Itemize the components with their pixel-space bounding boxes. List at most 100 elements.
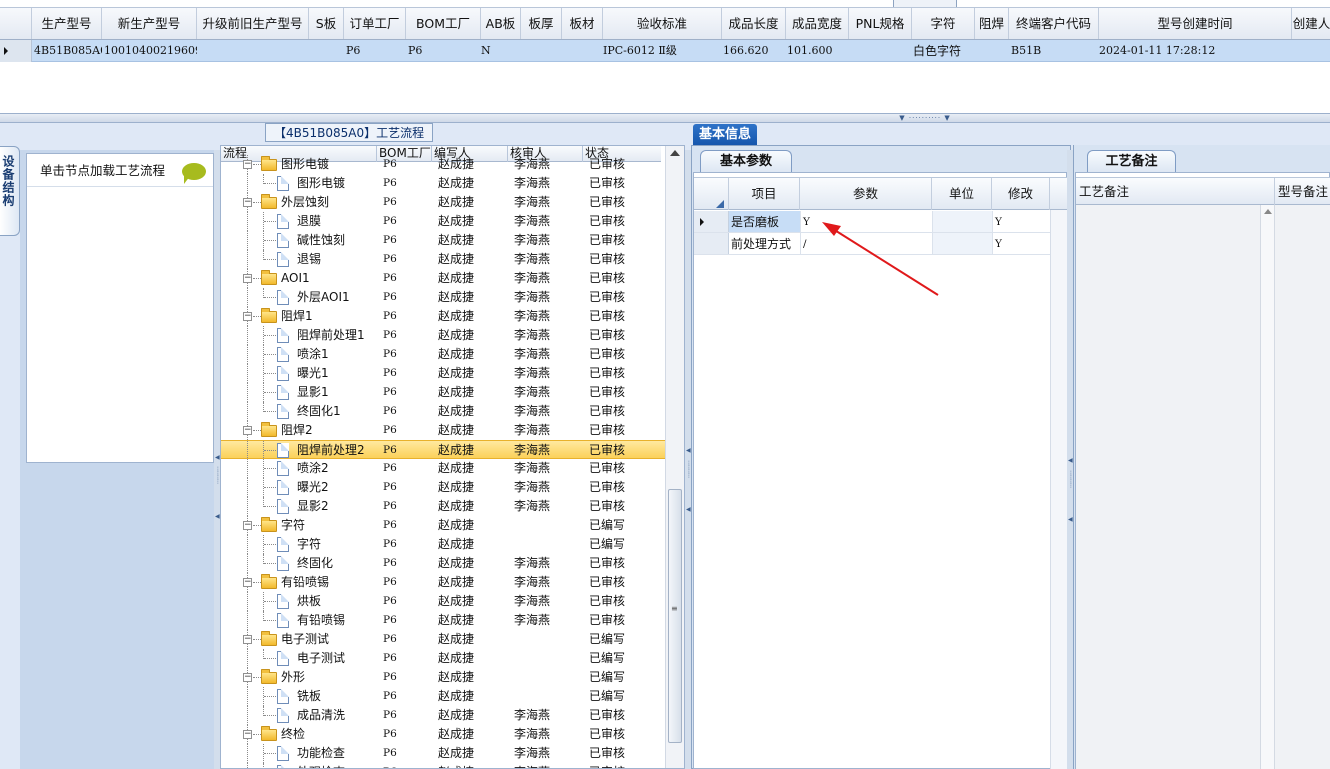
cell-material[interactable] — [564, 40, 603, 62]
col-process-remark[interactable]: 工艺备注 — [1076, 178, 1275, 205]
remark-body[interactable] — [1076, 205, 1330, 769]
col-header-15[interactable]: 终端客户代码 — [1009, 8, 1099, 39]
tree-row[interactable]: − 终检 P6 赵成捷 李海燕 已审核 — [221, 725, 665, 744]
tree-row[interactable]: 退膜 P6 赵成捷 李海燕 已审核 — [221, 212, 665, 231]
cell-bom-factory[interactable]: P6 — [408, 40, 481, 62]
cell-length[interactable]: 166.620 — [723, 40, 785, 62]
cell-customer-code[interactable]: B51B — [1011, 40, 1099, 62]
col-header-17[interactable]: 创建人 — [1292, 8, 1330, 39]
cell-width[interactable]: 101.600 — [787, 40, 848, 62]
col-header-11[interactable]: 成品宽度 — [786, 8, 849, 39]
tab-process-remark[interactable]: 工艺备注 — [1087, 150, 1176, 172]
param-cell-param[interactable]: / — [800, 233, 932, 254]
col-header-10[interactable]: 成品长度 — [722, 8, 786, 39]
cell-pnl[interactable] — [851, 40, 912, 62]
tree-row[interactable]: 显影1 P6 赵成捷 李海燕 已审核 — [221, 383, 665, 402]
col-item[interactable]: 项目 — [729, 178, 800, 210]
tree-row[interactable]: 成品清洗 P6 赵成捷 李海燕 已审核 — [221, 706, 665, 725]
tree-row[interactable]: 曝光1 P6 赵成捷 李海燕 已审核 — [221, 364, 665, 383]
tab-basic-info[interactable]: 基本信息 — [693, 124, 758, 145]
tree-row[interactable]: 电子测试 P6 赵成捷 已编写 — [221, 649, 665, 668]
cell-solder[interactable] — [977, 40, 1009, 62]
tab-basic-params[interactable]: 基本参数 — [700, 150, 792, 172]
collapse-icon[interactable]: − — [243, 274, 252, 283]
cell-old-model[interactable] — [199, 40, 309, 62]
tree-row[interactable]: − 外形 P6 赵成捷 已编写 — [221, 668, 665, 687]
process-flow-tree[interactable]: 流程 BOM工厂 编写人 核审人 状态 − 图形电镀 P6 赵成捷 李海燕 已审核 图形电镀… — [220, 145, 685, 769]
collapse-icon[interactable]: − — [243, 312, 252, 321]
col-header-4[interactable]: 订单工厂 — [344, 8, 406, 39]
splitter-arrow-icon[interactable]: ◀ — [1068, 517, 1073, 523]
col-header-16[interactable]: 型号创建时间 — [1099, 8, 1292, 39]
tree-row[interactable]: 图形电镀 P6 赵成捷 李海燕 已审核 — [221, 174, 665, 193]
param-row[interactable]: 是否磨板 Y Y — [694, 211, 1068, 233]
tree-row[interactable]: 终固化1 P6 赵成捷 李海燕 已审核 — [221, 402, 665, 421]
splitter-grip-icon[interactable]: ⋮ ⋮ ⋮ ⋮ — [686, 461, 692, 479]
splitter-arrow-icon[interactable]: ◀ — [686, 507, 691, 513]
scroll-up-icon[interactable] — [670, 150, 680, 156]
collapse-icon[interactable]: − — [243, 578, 252, 587]
remark-scrollbar[interactable] — [1260, 205, 1275, 769]
tree-row[interactable]: 曝光2 P6 赵成捷 李海燕 已审核 — [221, 478, 665, 497]
param-cell-item[interactable]: 是否磨板 — [729, 211, 800, 232]
col-header-12[interactable]: PNL规格 — [849, 8, 912, 39]
collapse-icon[interactable]: − — [243, 426, 252, 435]
splitter-arrow-icon[interactable]: ◀ — [1068, 458, 1073, 464]
tree-row[interactable]: 烘板 P6 赵成捷 李海燕 已审核 — [221, 592, 665, 611]
tree-row[interactable]: 铣板 P6 赵成捷 已编写 — [221, 687, 665, 706]
param-row[interactable]: 前处理方式 / Y — [694, 233, 1068, 255]
collapse-icon[interactable]: − — [243, 673, 252, 682]
scroll-thumb[interactable]: ≡ — [668, 489, 682, 743]
param-cell-param[interactable]: Y — [800, 211, 932, 232]
collapse-icon[interactable]: − — [243, 635, 252, 644]
tab-equipment-structure[interactable]: 设备结构 — [0, 146, 20, 236]
tree-row[interactable]: 外观检查 P6 赵成捷 李海燕 已审核 — [221, 763, 665, 768]
tree-scrollbar[interactable]: ≡ — [665, 146, 684, 768]
model-grid-row[interactable]: 4B51B085A0 10010400219609 P6 P6 N IPC-6012 Ⅱ级… — [0, 40, 1330, 62]
col-header-0[interactable]: 生产型号 — [32, 8, 102, 39]
tree-row[interactable]: 有铅喷锡 P6 赵成捷 李海燕 已审核 — [221, 611, 665, 630]
cell-thickness[interactable] — [523, 40, 562, 62]
tree-row[interactable]: 碱性蚀刻 P6 赵成捷 李海燕 已审核 — [221, 231, 665, 250]
col-header-7[interactable]: 板厚 — [521, 8, 562, 39]
col-header-5[interactable]: BOM工厂 — [406, 8, 481, 39]
tree-row[interactable]: − AOI1 P6 赵成捷 李海燕 已审核 — [221, 269, 665, 288]
tree-row[interactable]: 喷涂2 P6 赵成捷 李海燕 已审核 — [221, 459, 665, 478]
cell-char[interactable]: 白色字符 — [913, 40, 974, 62]
col-header-1[interactable]: 新生产型号 — [102, 8, 197, 39]
collapse-icon[interactable]: − — [243, 521, 252, 530]
tree-row[interactable]: − 外层蚀刻 P6 赵成捷 李海燕 已审核 — [221, 193, 665, 212]
col-unit[interactable]: 单位 — [932, 178, 992, 210]
tree-row[interactable]: 显影2 P6 赵成捷 李海燕 已审核 — [221, 497, 665, 516]
param-cell-unit[interactable] — [932, 211, 992, 232]
tree-row[interactable]: 阻焊前处理2 P6 赵成捷 李海燕 已审核 — [221, 440, 665, 460]
splitter-arrow-icon[interactable]: ◀ — [215, 455, 220, 461]
param-cell-unit[interactable] — [932, 233, 992, 254]
tree-row[interactable]: 喷涂1 P6 赵成捷 李海燕 已审核 — [221, 345, 665, 364]
param-cell-mod[interactable]: Y — [992, 233, 1050, 254]
tree-row[interactable]: 字符 P6 赵成捷 已编写 — [221, 535, 665, 554]
splitter-arrow-icon[interactable]: ◀ — [215, 514, 220, 520]
tree-row[interactable]: 外层AOI1 P6 赵成捷 李海燕 已审核 — [221, 288, 665, 307]
col-header-9[interactable]: 验收标准 — [603, 8, 722, 39]
cell-created-at[interactable]: 2024-01-11 17:28:12 — [1099, 40, 1290, 62]
col-header-13[interactable]: 字符 — [912, 8, 975, 39]
cell-ab-board[interactable]: N — [481, 40, 519, 62]
tree-row[interactable]: − 阻焊1 P6 赵成捷 李海燕 已审核 — [221, 307, 665, 326]
col-header-8[interactable]: 板材 — [562, 8, 603, 39]
col-header-2[interactable]: 升级前旧生产型号 — [197, 8, 309, 39]
cell-order-factory[interactable]: P6 — [346, 40, 406, 62]
cell-creator[interactable] — [1294, 40, 1330, 62]
param-cell-mod[interactable]: Y — [992, 211, 1050, 232]
cell-new-model[interactable]: 10010400219609 — [104, 40, 197, 62]
cell-s-board[interactable] — [311, 40, 344, 62]
col-header-14[interactable]: 阻焊 — [975, 8, 1009, 39]
splitter-arrow-icon[interactable]: ◀ — [686, 448, 691, 454]
tree-row[interactable]: 功能检查 P6 赵成捷 李海燕 已审核 — [221, 744, 665, 763]
col-model-remark[interactable]: 型号备注 — [1275, 178, 1330, 205]
col-header-3[interactable]: S板 — [309, 8, 344, 39]
collapse-icon[interactable]: − — [243, 160, 252, 169]
splitter-grip-icon[interactable]: ⋮ ⋮ ⋮ ⋮ — [1068, 471, 1074, 489]
tree-row[interactable]: 退锡 P6 赵成捷 李海燕 已审核 — [221, 250, 665, 269]
collapse-icon[interactable]: − — [243, 198, 252, 207]
